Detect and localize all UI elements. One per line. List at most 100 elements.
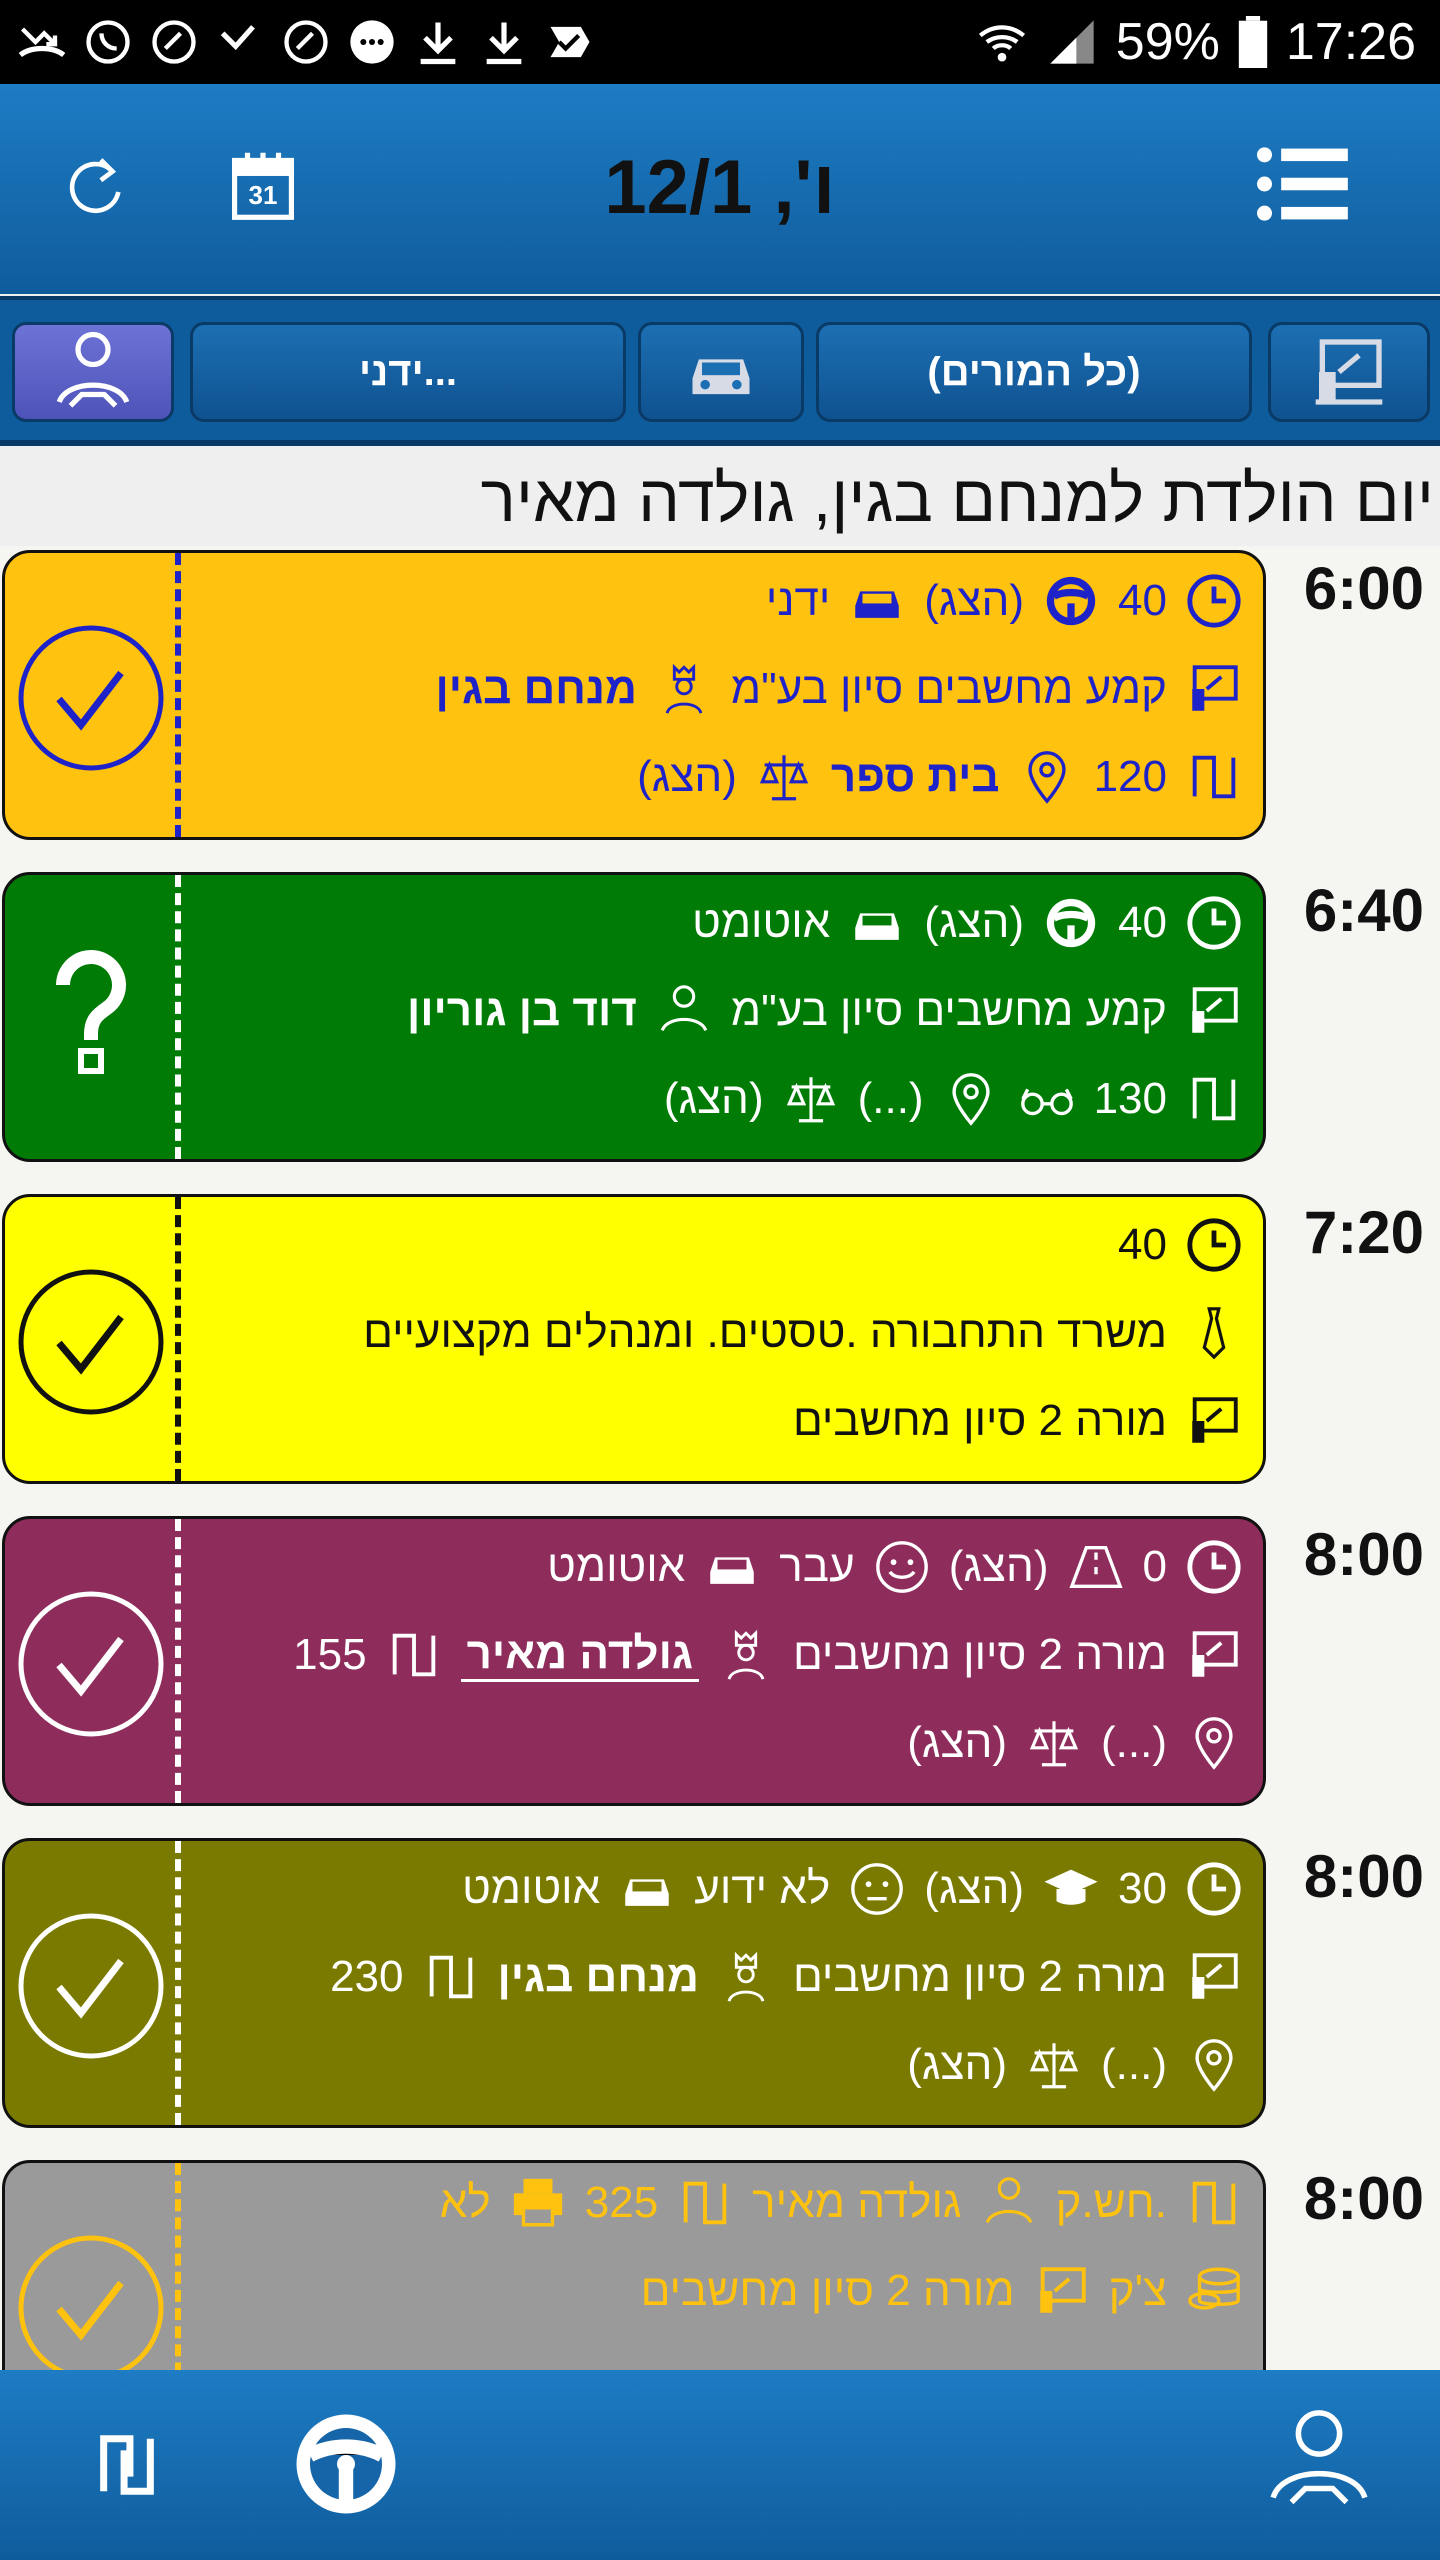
divider — [175, 875, 181, 1159]
student-name[interactable]: גולדה מאיר — [460, 1629, 699, 1682]
battery-icon — [1238, 16, 1268, 68]
notification-icons — [16, 10, 596, 74]
driver-filter-button[interactable] — [12, 322, 174, 422]
shekel-icon[interactable] — [92, 2430, 162, 2500]
teacher-icon — [727, 1629, 765, 1680]
lesson-row: 8:00 0 (הצג) עבר אוטומט מורה 2 סיון מחשב… — [0, 1512, 1440, 1834]
car-icon — [855, 591, 900, 618]
payment-method: צ'ק — [1108, 2266, 1167, 2315]
status-button[interactable] — [5, 2163, 177, 2370]
teacher-icon — [727, 1951, 765, 2002]
classroom-icon — [1315, 339, 1383, 405]
check-circle-icon — [18, 2235, 164, 2370]
lesson-line-2: מורה 2 סיון מחשבים מנחם בגין 230 — [330, 1937, 1243, 2017]
vehicle-filter-button[interactable] — [638, 322, 804, 422]
clock-icon — [1187, 896, 1241, 950]
lesson-time: 6:00 — [1303, 555, 1424, 622]
clock: 17:26 — [1285, 13, 1416, 71]
lesson-time: 6:40 — [1303, 877, 1424, 944]
clock-icon — [1187, 1862, 1241, 1916]
shekel-icon — [429, 1955, 472, 1999]
show-link[interactable]: (הצג) — [664, 1074, 764, 1124]
lesson-time: 8:00 — [1303, 1843, 1424, 1910]
page-title: ו', 12/1 — [604, 145, 836, 230]
filter-bar: ידני... (כל המורים) — [0, 296, 1440, 446]
show-link[interactable]: (הצג) — [907, 1718, 1007, 1768]
lesson-card[interactable]: חש.ק. גולדה מאיר 325 לא צ'ק מורה 2 סיון … — [2, 2160, 1266, 2370]
lesson-line-2: משרד התחבורה .טסטים. ומנהלים מקצועיים — [363, 1293, 1243, 1373]
show-link[interactable]: (הצג) — [637, 752, 737, 802]
lesson-card[interactable]: 40 משרד התחבורה .טסטים. ומנהלים מקצועיים… — [2, 1194, 1266, 1484]
price: 325 — [584, 2178, 659, 2227]
check-icon — [550, 26, 590, 58]
shekel-icon — [1192, 2181, 1236, 2225]
student-name[interactable]: דוד בן גוריון — [407, 986, 637, 1036]
classroom-icon — [1192, 1397, 1238, 1443]
student-name[interactable]: גולדה מאיר — [752, 2178, 961, 2228]
pickup-place: בית ספר — [830, 752, 1000, 801]
driver-icon[interactable] — [1264, 2406, 1374, 2516]
location-pin-icon — [1195, 2039, 1233, 2092]
clock-icon — [1187, 1218, 1241, 1272]
divider — [175, 1197, 181, 1481]
status-button[interactable] — [5, 1519, 177, 1803]
missed-call-icon — [18, 27, 66, 58]
lesson-time: 8:00 — [1303, 1521, 1424, 1588]
student-filter-button[interactable]: ידני... — [190, 322, 626, 422]
lesson-line-2: מורה 2 סיון מחשבים גולדה מאיר 155 — [293, 1615, 1243, 1695]
price: 155 — [293, 1630, 367, 1679]
lesson-card[interactable]: 40 (הצג) אוטומט קמע מחשבים סיון בע"מ דוד… — [2, 872, 1266, 1162]
menu-icon[interactable] — [1252, 134, 1352, 234]
student-name[interactable]: מנחם בגין — [435, 664, 636, 714]
car-icon — [692, 359, 750, 395]
duration: 0 — [1142, 1542, 1167, 1591]
car-type: ידני — [765, 576, 831, 625]
call-icon — [152, 20, 196, 64]
lesson-line-1: 40 (הצג) אוטומט — [692, 883, 1243, 963]
steering-wheel-icon[interactable] — [292, 2410, 400, 2518]
car-icon — [710, 1557, 755, 1584]
classroom-icon — [1192, 665, 1238, 711]
status-button[interactable] — [5, 553, 177, 837]
teacher-filter-button[interactable]: (כל המורים) — [816, 322, 1252, 422]
invoice-type: חש.ק. — [1055, 2178, 1168, 2227]
student-name[interactable]: מנחם בגין — [498, 1952, 699, 2002]
classroom-filter-button[interactable] — [1268, 322, 1430, 422]
description: משרד התחבורה .טסטים. ומנהלים מקצועיים — [363, 1308, 1167, 1357]
lesson-line-2: קמע מחשבים סיון בע"מ דוד בן גוריון — [407, 971, 1243, 1051]
car-icon — [855, 913, 900, 940]
lesson-row: 8:00 חש.ק. גולדה מאיר 325 לא צ'ק מורה 2 … — [0, 2156, 1440, 2370]
lesson-line-3: (...) (הצג) — [907, 2025, 1243, 2105]
show-link[interactable]: (הצג) — [907, 2040, 1007, 2090]
location: מורה 2 סיון מחשבים — [792, 1630, 1167, 1679]
divider — [175, 553, 181, 837]
lesson-line-3: (...) (הצג) — [907, 1703, 1243, 1783]
lesson-line-3: 120 בית ספר (הצג) — [637, 737, 1243, 817]
location: מורה 2 סיון מחשבים — [792, 1396, 1167, 1445]
classroom-icon — [1192, 1631, 1238, 1677]
show-link[interactable]: (הצג) — [924, 576, 1024, 626]
coins-icon — [1188, 2267, 1240, 2310]
status-button[interactable] — [5, 1197, 177, 1481]
scales-icon — [1029, 1721, 1079, 1767]
lesson-card[interactable]: 40 (הצג) ידני קמע מחשבים סיון בע"מ מנחם … — [2, 550, 1266, 840]
show-link[interactable]: (הצג) — [924, 1864, 1024, 1914]
road-icon — [1068, 1545, 1123, 1589]
status-button[interactable] — [5, 875, 177, 1159]
show-link[interactable]: (הצג) — [949, 1542, 1049, 1592]
show-link[interactable]: (הצג) — [924, 898, 1024, 948]
lesson-line-3: מורה 2 סיון מחשבים — [793, 1381, 1243, 1461]
lesson-row: 6:00 40 (הצג) ידני קמע מחשבים סיון בע"מ … — [0, 546, 1440, 868]
check-circle-icon — [18, 1591, 164, 1737]
divider — [175, 2163, 181, 2370]
day-title: יום הולדת למנחם בגין, גולדה מאיר — [0, 450, 1440, 546]
smiley-icon — [875, 1541, 928, 1593]
car-type: אוטומט — [462, 1864, 601, 1913]
glasses-icon — [1020, 1088, 1073, 1116]
status-button[interactable] — [5, 1841, 177, 2125]
bottom-nav — [0, 2370, 1440, 2560]
lesson-card[interactable]: 30 (הצג) לא ידוע אוטומט מורה 2 סיון מחשב… — [2, 1838, 1266, 2128]
location: קמע מחשבים סיון בע"מ — [730, 986, 1167, 1035]
lesson-card[interactable]: 0 (הצג) עבר אוטומט מורה 2 סיון מחשבים גו… — [2, 1516, 1266, 1806]
lesson-row: 7:20 40 משרד התחבורה .טסטים. ומנהלים מקצ… — [0, 1190, 1440, 1512]
